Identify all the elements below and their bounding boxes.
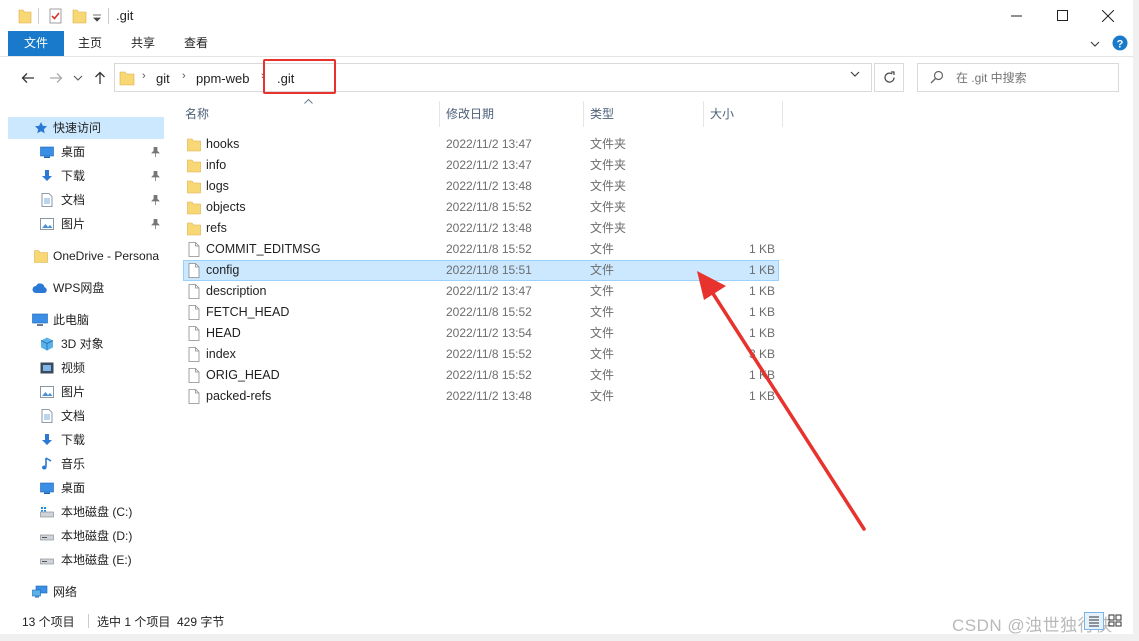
right-edge (1133, 0, 1139, 641)
bottom-edge (0, 634, 1139, 641)
large-icons-view-icon (1108, 614, 1122, 627)
annotation-arrow (697, 271, 866, 531)
details-view-button[interactable] (1084, 612, 1104, 630)
explorer-window: .git 文件 主页 共享 查看 ? › git › ppm-web › .gi… (0, 0, 1133, 634)
status-item-count: 13 个项目 (22, 615, 75, 629)
large-icons-view-button[interactable] (1106, 612, 1126, 630)
status-selection: 选中 1 个项目 429 字节 (97, 615, 225, 629)
details-view-icon (1089, 616, 1099, 627)
status-divider (88, 614, 89, 628)
